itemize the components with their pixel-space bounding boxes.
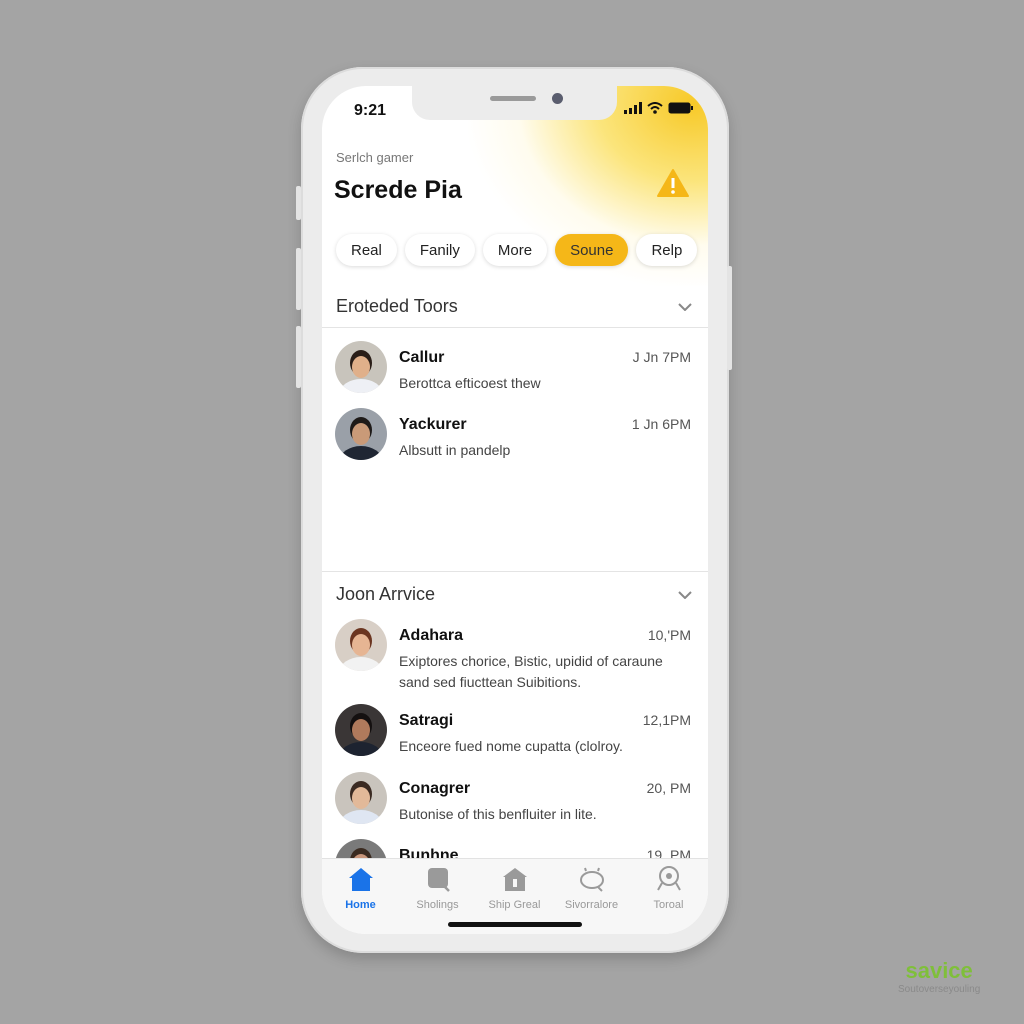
avatar-photo: [335, 619, 387, 671]
watermark: savice Soutoverseyouling: [898, 958, 980, 995]
contact-name: Satragi: [399, 712, 454, 729]
home-indicator: [448, 922, 582, 927]
search-profile-icon: [656, 866, 681, 891]
avatar: [335, 341, 387, 393]
search-subtitle: Serlch gamer: [336, 150, 414, 165]
avatar: [335, 408, 387, 460]
tab-label: Home: [345, 899, 376, 911]
list-item[interactable]: Conagrer 20, PM Butonise of this benfluite…: [335, 772, 691, 828]
list-item[interactable]: Yackurer 1 Jn 6PM Albsutt in pandelp: [335, 408, 691, 464]
screen: 9:21 Serlch gamer Screde Pia Real Fanily M…: [322, 86, 708, 934]
power-button: [727, 266, 732, 370]
tab-ship-greal[interactable]: Ship Greal: [476, 865, 553, 911]
timestamp: 1 Jn 6PM: [631, 416, 691, 432]
tab-label: Sholings: [416, 899, 459, 911]
avatar-photo: [335, 704, 387, 756]
contact-name: Callur: [399, 349, 445, 366]
message-preview: Exiptores chorice, Bistic, upidid of car…: [399, 653, 663, 690]
camera: [552, 93, 563, 104]
avatar: [335, 704, 387, 756]
timestamp: 12,1PM: [642, 712, 691, 728]
avatar: [335, 619, 387, 671]
timestamp: 10,'PM: [647, 627, 691, 643]
section-title: Joon Arrvice: [336, 584, 436, 604]
message-preview: Berottca efticoest thew: [399, 375, 541, 391]
message-bubble-icon: [579, 867, 604, 892]
tab-sholings[interactable]: Sholings: [399, 865, 476, 911]
watermark-tagline: Soutoverseyouling: [898, 984, 981, 995]
signal-icon: [624, 102, 642, 114]
timestamp: J Jn 7PM: [632, 349, 691, 365]
chat-icon: [427, 868, 450, 892]
list-item[interactable]: Satragi 12,1PM Enceore fued nome cupatta (…: [335, 704, 691, 760]
message-preview: Enceore fued nome cupatta (clolroy.: [399, 738, 623, 754]
chip-1[interactable]: Fanily: [404, 234, 475, 266]
wifi-icon: [647, 102, 663, 114]
divider: [322, 571, 708, 572]
tab-label: Ship Greal: [488, 899, 541, 911]
speaker: [490, 96, 536, 101]
avatar-photo: [335, 408, 387, 460]
notch: [412, 86, 617, 120]
avatar: [335, 772, 387, 824]
status-icons: [624, 102, 694, 114]
volume-up-button: [296, 248, 301, 310]
tab-label: Toroal: [653, 899, 684, 911]
tab-toroal[interactable]: Toroal: [630, 865, 707, 911]
divider: [322, 327, 708, 328]
chevron-down-icon[interactable]: [678, 302, 692, 311]
status-time: 9:21: [354, 102, 387, 119]
filter-chips: Real Fanily More Soune Relp: [336, 234, 698, 266]
timestamp: 20, PM: [646, 780, 691, 796]
watermark-brand: savice: [905, 958, 973, 983]
page-title: Screde Pia: [334, 176, 462, 204]
avatar-photo: [335, 772, 387, 824]
section-header[interactable]: Eroteded Toors: [322, 296, 708, 317]
chip-2[interactable]: More: [482, 234, 548, 266]
message-preview: Butonise of this benfluiter in lite.: [399, 806, 597, 822]
chevron-down-icon[interactable]: [678, 590, 692, 599]
tab-home[interactable]: Home: [322, 865, 399, 911]
section-header[interactable]: Joon Arrvice: [322, 584, 708, 605]
warning-triangle-icon[interactable]: [656, 168, 690, 198]
side-button: [296, 186, 301, 220]
contact-name: Adahara: [399, 627, 464, 644]
store-icon: [502, 868, 527, 891]
volume-down-button: [296, 326, 301, 388]
tab-label: Sivorralore: [564, 899, 619, 911]
list-item[interactable]: Callur J Jn 7PM Berottca efticoest thew: [335, 341, 691, 397]
chip-4[interactable]: Relp: [636, 234, 698, 266]
message-preview: Albsutt in pandelp: [399, 442, 511, 458]
tab-sivorralore[interactable]: Sivorralore: [553, 865, 630, 911]
battery-icon: [668, 102, 693, 114]
home-icon: [348, 868, 373, 891]
avatar-photo: [335, 341, 387, 393]
contact-name: Conagrer: [399, 780, 471, 797]
contact-name: Yackurer: [399, 416, 467, 433]
section-title: Eroteded Toors: [336, 296, 458, 316]
chip-3[interactable]: Soune: [555, 234, 629, 266]
list-item[interactable]: Adahara 10,'PM Exiptores chorice, Bistic, …: [335, 619, 691, 690]
chip-0[interactable]: Real: [336, 234, 397, 266]
